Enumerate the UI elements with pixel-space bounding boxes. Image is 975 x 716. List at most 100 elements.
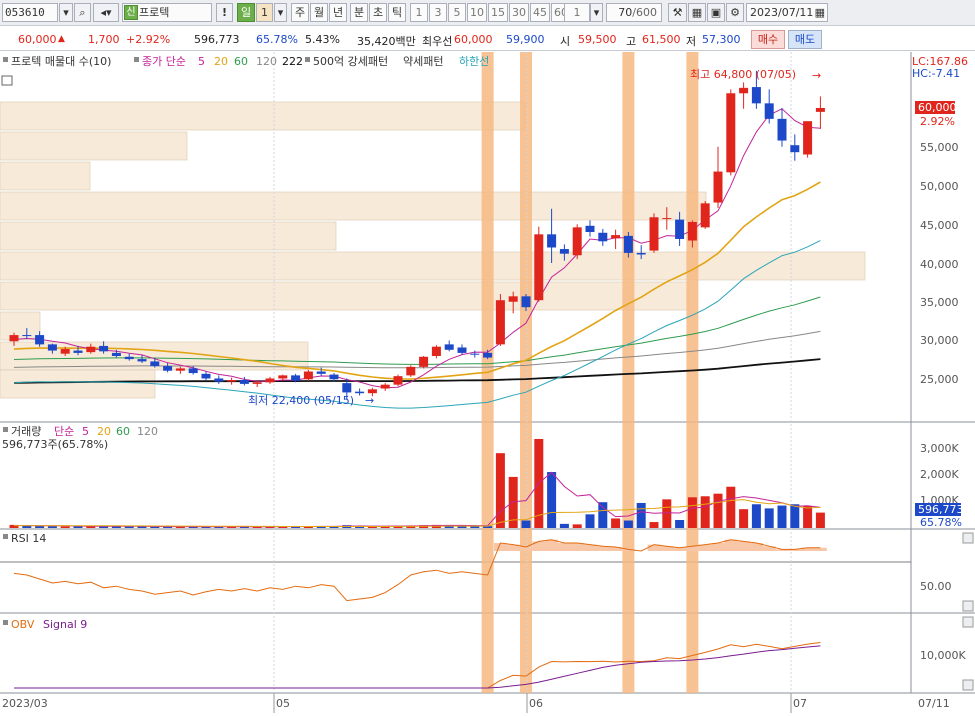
volume-bar-38	[495, 453, 505, 528]
interval-day-button[interactable]: 일	[237, 3, 255, 22]
candle-body-54	[700, 203, 710, 228]
save-icon[interactable]: ▣	[707, 3, 725, 22]
ma-period-222: 222	[282, 55, 303, 68]
candle-body-24	[316, 371, 326, 374]
volume-bar-43	[559, 523, 569, 528]
rsi-tick-50: 50.00	[920, 580, 952, 593]
date-field[interactable]: 2023/07/11 ▦	[746, 3, 828, 22]
calendar-icon[interactable]: ▦	[815, 4, 825, 21]
open-price: 59,500	[578, 33, 617, 46]
obv-pane	[14, 642, 821, 689]
current-price: 60,000	[18, 33, 57, 46]
legend-title: 프로텍 매물대 수(10)	[11, 55, 111, 68]
obv-square-icon	[3, 620, 8, 625]
minute-3-button[interactable]: 3	[429, 3, 447, 22]
sell-button[interactable]: 매도	[788, 30, 822, 49]
candle-body-50	[649, 217, 659, 251]
candle-body-38	[495, 300, 505, 345]
signal-highlight-3	[686, 52, 699, 693]
obv-signal-line	[14, 645, 821, 689]
best-ask: 60,000	[454, 33, 493, 46]
period-month-button[interactable]: 월	[310, 3, 328, 22]
pattern-weak: 약세패턴	[403, 54, 443, 68]
candle-body-26	[342, 383, 352, 393]
volume-bar-42	[547, 472, 557, 528]
candle-body-8	[111, 352, 121, 356]
rsi-scroll-down-icon[interactable]	[962, 600, 974, 612]
low-price: 57,300	[702, 33, 741, 46]
candle-body-29	[380, 384, 390, 389]
volume-bar-48	[623, 520, 633, 528]
candle-body-56	[726, 93, 736, 173]
indicator-icon[interactable]: ▦	[688, 3, 706, 22]
rsi-pane	[13, 539, 827, 602]
interval-dropdown-icon[interactable]: ▾	[274, 3, 287, 22]
period-second-button[interactable]: 초	[369, 3, 387, 22]
y-tick-45000: 45,000	[920, 219, 959, 232]
minute-30-button[interactable]: 30	[509, 3, 529, 22]
y-tick-25000: 25,000	[920, 373, 959, 386]
chart-canvas[interactable]: 프로텍 매물대 수(10) 종가 단순 5 20 60 120 222 500억…	[0, 52, 975, 713]
minute-1-button[interactable]: 1	[410, 3, 428, 22]
candle-body-47	[611, 235, 621, 239]
obv-scroll-down-icon[interactable]	[962, 679, 974, 691]
volume-bar-45	[585, 514, 595, 528]
candle-body-23	[303, 371, 313, 380]
volume-bar-53	[687, 497, 697, 528]
candle-body-41	[534, 234, 544, 301]
volume-profile-bar-3	[0, 191, 707, 221]
volume-ma-20: 20	[97, 425, 111, 438]
volume-ratio: 65.78%	[256, 33, 298, 46]
low-arrow-icon: →	[365, 394, 374, 407]
volume-bar-55	[713, 493, 723, 528]
speaker-icon[interactable]: ◂▾	[93, 3, 119, 22]
candle-body-3	[47, 344, 57, 351]
step-dropdown-icon[interactable]: ▾	[590, 3, 603, 22]
period-minute-button[interactable]: 분	[350, 3, 368, 22]
candle-body-31	[406, 366, 416, 376]
volume-bar-47	[611, 518, 621, 528]
volume-profile-bar-4	[0, 221, 337, 251]
volume-ma5-line	[14, 471, 821, 528]
minute-5-button[interactable]: 5	[448, 3, 466, 22]
candle-body-52	[675, 219, 685, 239]
minute-15-button[interactable]: 15	[488, 3, 508, 22]
candle-body-30	[393, 376, 403, 385]
obv-scroll-up-icon[interactable]	[962, 616, 974, 628]
candle-body-36	[470, 353, 480, 355]
alert-mark-button[interactable]: !	[216, 3, 233, 22]
stock-chart[interactable]: 프로텍 매물대 수(10) 종가 단순 5 20 60 120 222 500억…	[0, 52, 975, 713]
minute-45-button[interactable]: 45	[530, 3, 550, 22]
period-week-button[interactable]: 주	[291, 3, 309, 22]
volume-bar-44	[572, 524, 582, 528]
gear-icon[interactable]: ⚙	[726, 3, 744, 22]
minute-10-button[interactable]: 10	[467, 3, 487, 22]
candle-body-37	[483, 352, 493, 358]
obv-tick-10000k: 10,000K	[920, 649, 966, 662]
y-tick-40000: 40,000	[920, 258, 959, 271]
table-toggle-icon[interactable]	[1, 75, 13, 86]
search-icon[interactable]: ⌕	[74, 3, 91, 22]
period-tick-button[interactable]: 틱	[388, 3, 406, 22]
stock-code-input[interactable]: 053610	[2, 3, 58, 22]
candle-body-32	[419, 356, 429, 367]
price-tag: 60,000	[918, 101, 957, 114]
pattern-lower: 하한선	[459, 54, 489, 68]
candle-body-20	[265, 378, 275, 383]
candle-settings-icon[interactable]: ⚒	[668, 3, 687, 22]
volume-bar-40	[521, 520, 531, 528]
period-year-button[interactable]: 년	[329, 3, 347, 22]
buy-button[interactable]: 매수	[751, 30, 785, 49]
volume-tag: 596,773	[918, 503, 964, 516]
candle-body-49	[636, 252, 646, 255]
candle-body-51	[662, 218, 672, 220]
interval-count[interactable]: 1	[256, 3, 273, 22]
code-dropdown-icon[interactable]: ▾	[59, 3, 73, 22]
rsi-label: RSI 14	[11, 532, 46, 545]
bar-count-field[interactable]: 70/600	[606, 3, 662, 22]
volume-bar-56	[726, 486, 736, 528]
step-input[interactable]: 1	[564, 3, 590, 22]
volume-profile-bar-5	[0, 251, 866, 281]
rsi-scroll-up-icon[interactable]	[962, 532, 974, 544]
pct-tag: 2.92%	[920, 115, 955, 128]
